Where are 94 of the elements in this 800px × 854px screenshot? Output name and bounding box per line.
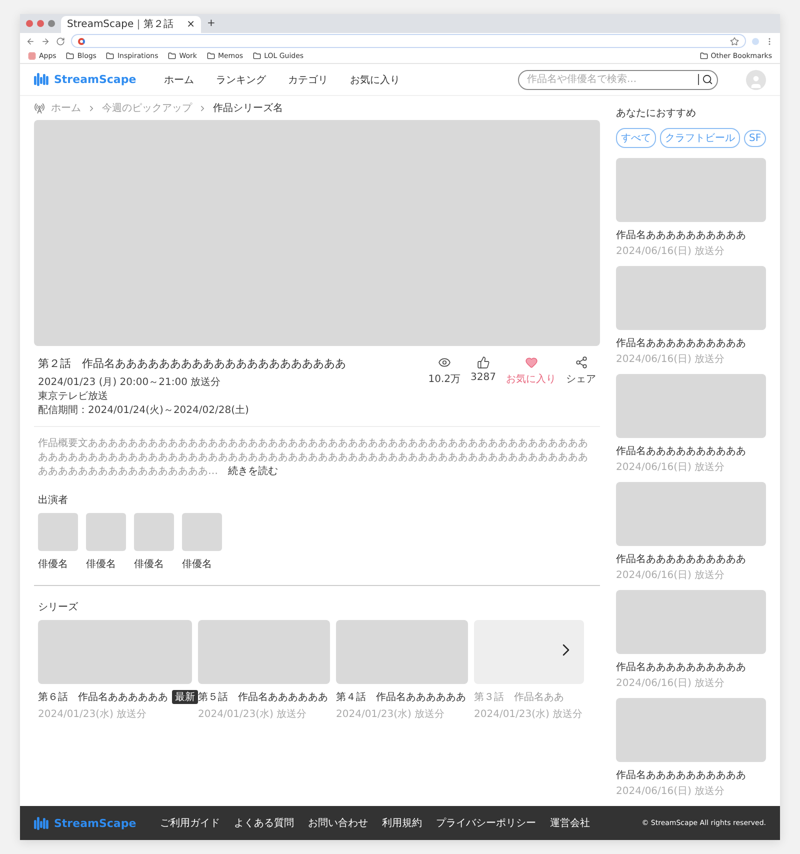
cast-name: 俳優名 (182, 558, 213, 572)
episode-name: 第５話 作品名ああああああ (198, 690, 328, 704)
footer-link[interactable]: 利用規約 (382, 816, 422, 830)
episode-thumbnail[interactable] (474, 620, 584, 684)
cast-name: 俳優名 (134, 558, 165, 572)
folder-icon (66, 52, 74, 60)
recommendation-title: 作品名ああああああああああ (616, 445, 747, 458)
folder-icon (206, 52, 215, 60)
recommendation-date: 2024/06/16(日) 放送分 (616, 245, 726, 258)
footer-link[interactable]: 運営会社 (550, 816, 590, 830)
episode-title: 第２話 作品名あああああああああああああああああああああ (38, 356, 346, 372)
folder-icon (168, 52, 176, 60)
recommendation-thumbnail[interactable] (616, 158, 766, 222)
tab-title: StreamScape｜第２話 (67, 18, 174, 32)
recommendation-thumbnail[interactable] (616, 374, 766, 438)
chevron-icon (87, 104, 96, 113)
search-icon[interactable] (702, 74, 713, 85)
episode-date: 2024/01/23(水) 放送分 (38, 708, 148, 722)
footer-link[interactable]: ご利用ガイド (160, 816, 220, 830)
nav-link[interactable]: ランキング (216, 72, 266, 87)
footer-logo[interactable]: StreamScape (34, 816, 136, 830)
cast-thumbnail[interactable] (86, 513, 126, 552)
recommendation-title: 作品名ああああああああああ (616, 769, 747, 782)
recommendation-thumbnail[interactable] (616, 482, 766, 546)
star-icon[interactable] (730, 36, 739, 46)
window-controls[interactable] (26, 20, 55, 27)
back-icon[interactable] (26, 36, 35, 46)
recommendation-date: 2024/06/16(日) 放送分 (616, 353, 726, 366)
recommendation-title: 作品名ああああああああああ (616, 661, 747, 674)
views-button[interactable]: 10.2万 (428, 356, 461, 418)
recommendation-thumbnail[interactable] (616, 698, 766, 762)
recommendation-thumbnail[interactable] (616, 266, 766, 330)
likes-button[interactable]: 3287 (470, 356, 496, 418)
breadcrumb-link[interactable]: 作品シリーズ名 (213, 101, 283, 116)
cast-thumbnail[interactable] (182, 513, 222, 552)
recommendation-date: 2024/06/16(日) 放送分 (616, 461, 726, 474)
episode-date: 2024/01/23(水) 放送分 (336, 708, 446, 722)
nav-link[interactable]: カテゴリ (288, 72, 328, 87)
recommendation-date: 2024/06/16(日) 放送分 (616, 785, 726, 798)
summary-text: 作品概要文ああああああああああああああああああああああああああああああああああああああああああああああああああああああああああああああああああああああああああああああああああああああああああああああああああああああああああああああああああああああああああ… 続きを読む (38, 437, 589, 480)
logo-icon (34, 73, 50, 86)
new-tab-button[interactable]: + (207, 18, 216, 29)
folder-icon (106, 52, 114, 60)
g-icon (78, 38, 85, 45)
episode-meta: 東京テレビ放送 (38, 390, 109, 404)
reload-icon[interactable] (56, 36, 65, 46)
avatar[interactable] (746, 70, 766, 90)
section-heading: シリーズ (38, 601, 79, 614)
episode-thumbnail[interactable] (38, 620, 192, 684)
profile-icon[interactable] (752, 38, 759, 45)
chevron-icon (198, 104, 207, 113)
nav-link[interactable]: ホーム (164, 72, 194, 87)
episode-name: 第３話 作品名ああ (474, 690, 564, 704)
logo-icon (34, 816, 50, 830)
cast-name: 俳優名 (86, 558, 117, 572)
folder-icon (700, 52, 708, 60)
eye-icon (438, 356, 451, 370)
episode-thumbnail[interactable] (198, 620, 330, 684)
recommendation-title: 作品名ああああああああああ (616, 337, 747, 350)
cast-thumbnail[interactable] (134, 513, 174, 552)
section-heading: あなたにおすすめ (616, 107, 697, 120)
new-badge: 最新 (172, 690, 198, 704)
section-heading: 出演者 (38, 494, 69, 508)
episode-date: 2024/01/23(水) 放送分 (198, 708, 308, 722)
recommendation-date: 2024/06/16(日) 放送分 (616, 569, 726, 582)
episode-meta: 2024/01/23 (月) 20:00～21:00 放送分 (38, 376, 222, 390)
nav-link[interactable]: お気に入り (350, 72, 400, 87)
tab-close-button[interactable]: × (186, 18, 195, 30)
recommendation-date: 2024/06/16(日) 放送分 (616, 677, 726, 690)
antenna-icon (34, 102, 45, 114)
episode-name: 第４話 作品名ああああああ (336, 690, 466, 704)
read-more-link[interactable]: 続きを読む (228, 466, 278, 478)
grid-icon (28, 52, 36, 60)
thumbs-up-icon (476, 356, 490, 370)
share-icon (574, 356, 588, 370)
cast-thumbnail[interactable] (38, 513, 78, 552)
episode-name: 第６話 作品名ああああああ (38, 690, 168, 704)
cast-name: 俳優名 (38, 558, 69, 572)
forward-icon[interactable] (41, 36, 50, 46)
share-button[interactable]: シェア (566, 356, 596, 418)
recommendation-title: 作品名ああああああああああ (616, 553, 747, 566)
footer-link[interactable]: よくある質問 (234, 816, 294, 830)
episode-meta: 配信期間：2024/01/24(火)～2024/02/28(土) (38, 404, 250, 418)
search-field[interactable]: 作品名や俳優名で検索... (518, 70, 718, 90)
folder-icon (253, 52, 262, 60)
recommendation-thumbnail[interactable] (616, 590, 766, 654)
recommendation-title: 作品名ああああああああああ (616, 229, 747, 242)
browser-tab[interactable]: StreamScape｜第２話 × (61, 16, 201, 33)
video-player[interactable] (34, 120, 600, 346)
heart-icon (524, 356, 538, 370)
episode-date: 2024/01/23(水) 放送分 (474, 708, 584, 722)
footer-link[interactable]: お問い合わせ (308, 816, 368, 830)
episode-thumbnail[interactable] (336, 620, 468, 684)
footer-link[interactable]: プライバシーポリシー (436, 816, 536, 830)
